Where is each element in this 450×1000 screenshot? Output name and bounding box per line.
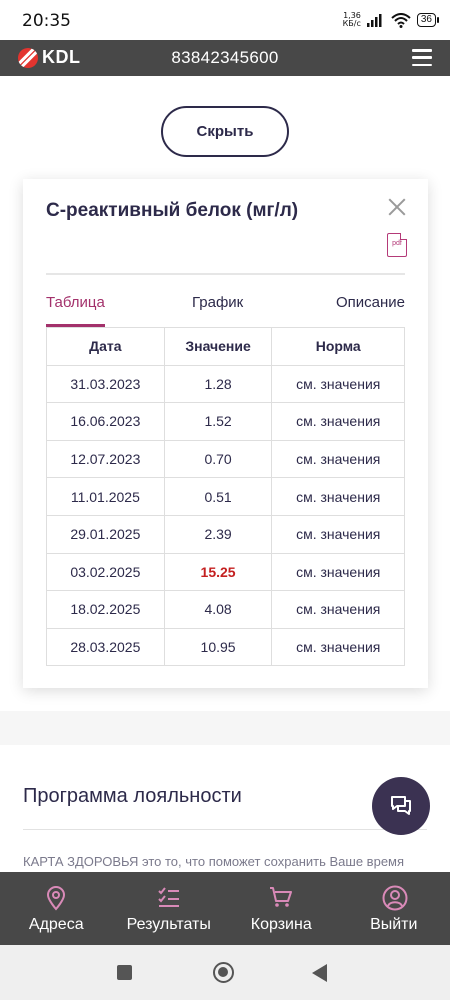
cell-norm: см. значения — [271, 552, 405, 592]
table-row: 11.01.2025 0.51 см. значения — [46, 477, 405, 516]
phone-number-link[interactable]: 83842345600 — [0, 48, 450, 68]
tab-description[interactable]: Описание — [336, 294, 405, 311]
cell-value: 1.52 — [163, 402, 273, 441]
home-icon[interactable] — [213, 962, 234, 983]
hide-button[interactable]: Скрыть — [161, 106, 289, 157]
chat-button[interactable] — [372, 777, 430, 835]
loyalty-text: КАРТА ЗДОРОВЬЯ это то, что поможет сохра… — [23, 854, 405, 869]
status-indicators: 1,36 КБ/с 36 — [342, 11, 440, 28]
results-table: Дата Значение Норма 31.03.2023 1.28 см. … — [46, 327, 405, 667]
cell-date: 31.03.2023 — [46, 364, 165, 404]
nav-item-addresses[interactable]: Адреса — [0, 872, 113, 945]
loyalty-title: Программа лояльности — [23, 785, 242, 807]
location-pin-icon — [47, 886, 66, 911]
tab-bar: Таблица График Описание — [46, 294, 405, 328]
cell-date: 16.06.2023 — [46, 402, 165, 441]
status-bar: 20:35 1,36 КБ/с 36 — [0, 0, 450, 40]
cell-value: 1.28 — [163, 364, 273, 404]
back-icon[interactable] — [312, 964, 327, 982]
cell-date: 28.03.2025 — [46, 627, 165, 667]
recents-icon[interactable] — [117, 965, 132, 980]
cell-norm: см. значения — [271, 514, 405, 554]
divider — [23, 829, 427, 830]
cell-date: 03.02.2025 — [46, 552, 165, 592]
cell-norm: см. значения — [271, 439, 405, 479]
cell-value: 4.08 — [163, 590, 273, 629]
divider — [46, 273, 405, 275]
test-result-card: С-реактивный белок (мг/л) pdf Таблица Гр… — [23, 179, 428, 688]
nav-label: Выйти — [370, 916, 418, 933]
nav-label: Адреса — [28, 916, 84, 933]
nav-label: Результаты — [126, 916, 211, 933]
signal-icon — [366, 14, 382, 27]
nav-item-logout[interactable]: Выйти — [338, 872, 450, 945]
wifi-icon — [391, 12, 411, 28]
cell-date: 11.01.2025 — [46, 477, 165, 516]
cell-date: 18.02.2025 — [46, 590, 165, 629]
nav-label: Корзина — [250, 916, 312, 933]
user-icon — [382, 885, 408, 911]
cell-value: 0.51 — [163, 477, 273, 516]
table-row: 12.07.2023 0.70 см. значения — [46, 439, 405, 479]
tab-table[interactable]: Таблица — [46, 294, 105, 311]
status-time: 20:35 — [22, 11, 71, 31]
column-header-norm: Норма — [271, 327, 405, 366]
network-speed: 1,36 КБ/с — [342, 11, 361, 28]
table-row: 18.02.2025 4.08 см. значения — [46, 590, 405, 629]
battery-icon: 36 — [416, 13, 440, 27]
nav-item-cart[interactable]: Корзина — [225, 872, 338, 945]
cell-norm: см. значения — [271, 627, 405, 667]
app-header: KDL 83842345600 — [0, 40, 450, 76]
table-row: 31.03.2023 1.28 см. значения — [46, 364, 405, 404]
table-row: 03.02.2025 15.25 см. значения — [46, 552, 405, 592]
cart-icon — [270, 887, 293, 907]
table-row: 28.03.2025 10.95 см. значения — [46, 627, 405, 667]
table-row: 29.01.2025 2.39 см. значения — [46, 514, 405, 554]
cell-date: 12.07.2023 — [46, 439, 165, 479]
cell-value-high: 15.25 — [163, 552, 273, 592]
cell-value: 10.95 — [163, 627, 273, 667]
cell-norm: см. значения — [271, 402, 405, 441]
tab-chart[interactable]: График — [192, 294, 243, 311]
checklist-icon — [158, 887, 179, 907]
column-header-date: Дата — [46, 327, 165, 366]
table-row: 16.06.2023 1.52 см. значения — [46, 402, 405, 441]
cell-norm: см. значения — [271, 477, 405, 516]
bottom-nav: Адреса Результаты Корзина Выйти — [0, 872, 450, 945]
cell-date: 29.01.2025 — [46, 514, 165, 554]
system-nav-bar — [0, 945, 450, 1000]
table-header-row: Дата Значение Норма — [46, 327, 405, 366]
pdf-icon[interactable]: pdf — [387, 233, 407, 257]
section-separator — [0, 711, 450, 745]
cell-value: 0.70 — [163, 439, 273, 479]
hamburger-menu-icon[interactable] — [412, 49, 432, 66]
cell-value: 2.39 — [163, 514, 273, 554]
close-icon[interactable] — [388, 198, 406, 216]
column-header-value: Значение — [163, 327, 273, 366]
cell-norm: см. значения — [271, 364, 405, 404]
cell-norm: см. значения — [271, 590, 405, 629]
card-title: С-реактивный белок (мг/л) — [46, 200, 299, 221]
nav-item-results[interactable]: Результаты — [113, 872, 226, 945]
chat-icon — [391, 796, 411, 815]
